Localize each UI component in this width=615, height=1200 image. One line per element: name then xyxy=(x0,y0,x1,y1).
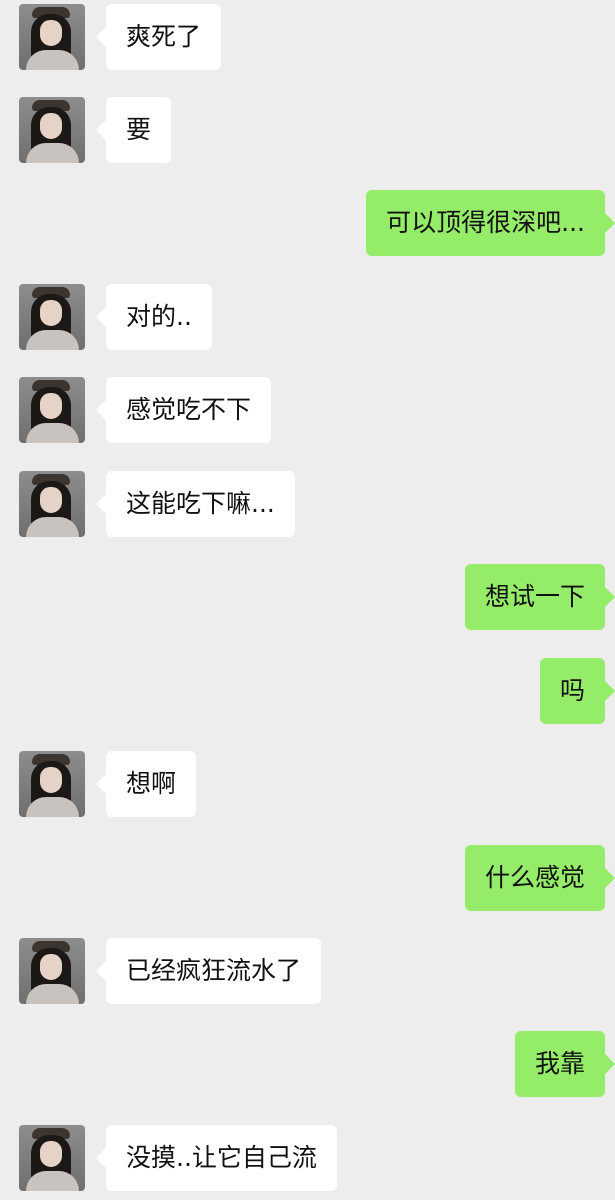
avatar-face xyxy=(40,767,62,793)
incoming-message-bubble[interactable]: 已经疯狂流水了 xyxy=(95,938,322,1004)
avatar-face xyxy=(40,300,62,326)
avatar-shoulder xyxy=(26,330,79,350)
outgoing-message-bubble[interactable]: 什么感觉 xyxy=(464,845,615,911)
message-row-outgoing: 吗 xyxy=(0,658,615,724)
incoming-message-bubble[interactable]: 没摸..让它自己流 xyxy=(96,1125,337,1191)
contact-avatar[interactable] xyxy=(19,938,85,1004)
incoming-message-bubble[interactable]: 感觉吃不下 xyxy=(95,377,272,443)
contact-avatar[interactable] xyxy=(19,751,85,817)
incoming-message-bubble[interactable]: 想啊 xyxy=(95,751,197,817)
avatar-shoulder xyxy=(26,1171,79,1191)
contact-avatar[interactable] xyxy=(19,471,85,537)
incoming-message-bubble[interactable]: 要 xyxy=(95,97,172,163)
contact-avatar[interactable] xyxy=(19,1125,85,1191)
message-row-outgoing: 我靠 xyxy=(0,1031,615,1097)
avatar-face xyxy=(40,113,62,139)
avatar-shoulder xyxy=(26,143,79,163)
avatar-shoulder xyxy=(26,984,79,1004)
contact-avatar[interactable] xyxy=(19,377,85,443)
avatar-shoulder xyxy=(26,50,79,70)
message-row-incoming: 感觉吃不下 xyxy=(0,377,615,443)
outgoing-message-bubble[interactable]: 可以顶得很深吧... xyxy=(366,190,615,256)
avatar-shoulder xyxy=(26,797,79,817)
avatar-face xyxy=(40,20,62,46)
outgoing-message-bubble[interactable]: 想试一下 xyxy=(464,564,615,630)
avatar-face xyxy=(40,1141,62,1167)
avatar-face xyxy=(40,954,62,980)
message-row-incoming: 爽死了 xyxy=(0,4,615,70)
message-row-incoming: 这能吃下嘛... xyxy=(0,471,615,537)
avatar-shoulder xyxy=(26,423,79,443)
outgoing-message-bubble[interactable]: 我靠 xyxy=(514,1031,615,1097)
avatar-face xyxy=(40,393,62,419)
contact-avatar[interactable] xyxy=(19,97,85,163)
message-row-outgoing: 可以顶得很深吧... xyxy=(0,190,615,256)
avatar-shoulder xyxy=(26,517,79,537)
message-row-incoming: 要 xyxy=(0,97,615,163)
message-row-incoming: 没摸..让它自己流 xyxy=(0,1125,615,1191)
message-row-outgoing: 想试一下 xyxy=(0,564,615,630)
message-row-incoming: 对的.. xyxy=(0,284,615,350)
contact-avatar[interactable] xyxy=(19,284,85,350)
incoming-message-bubble[interactable]: 这能吃下嘛... xyxy=(96,471,295,537)
incoming-message-bubble[interactable]: 对的.. xyxy=(96,284,212,350)
avatar-face xyxy=(40,487,62,513)
contact-avatar[interactable] xyxy=(19,4,85,70)
message-row-incoming: 已经疯狂流水了 xyxy=(0,938,615,1004)
message-row-outgoing: 什么感觉 xyxy=(0,845,615,911)
message-row-incoming: 想啊 xyxy=(0,751,615,817)
incoming-message-bubble[interactable]: 爽死了 xyxy=(95,4,222,70)
chat-message-list: 爽死了 要 可以顶得很深吧... 对的.. 感觉吃不下 这能吃下嘛... 想试一… xyxy=(0,0,615,1200)
outgoing-message-bubble[interactable]: 吗 xyxy=(539,658,615,724)
